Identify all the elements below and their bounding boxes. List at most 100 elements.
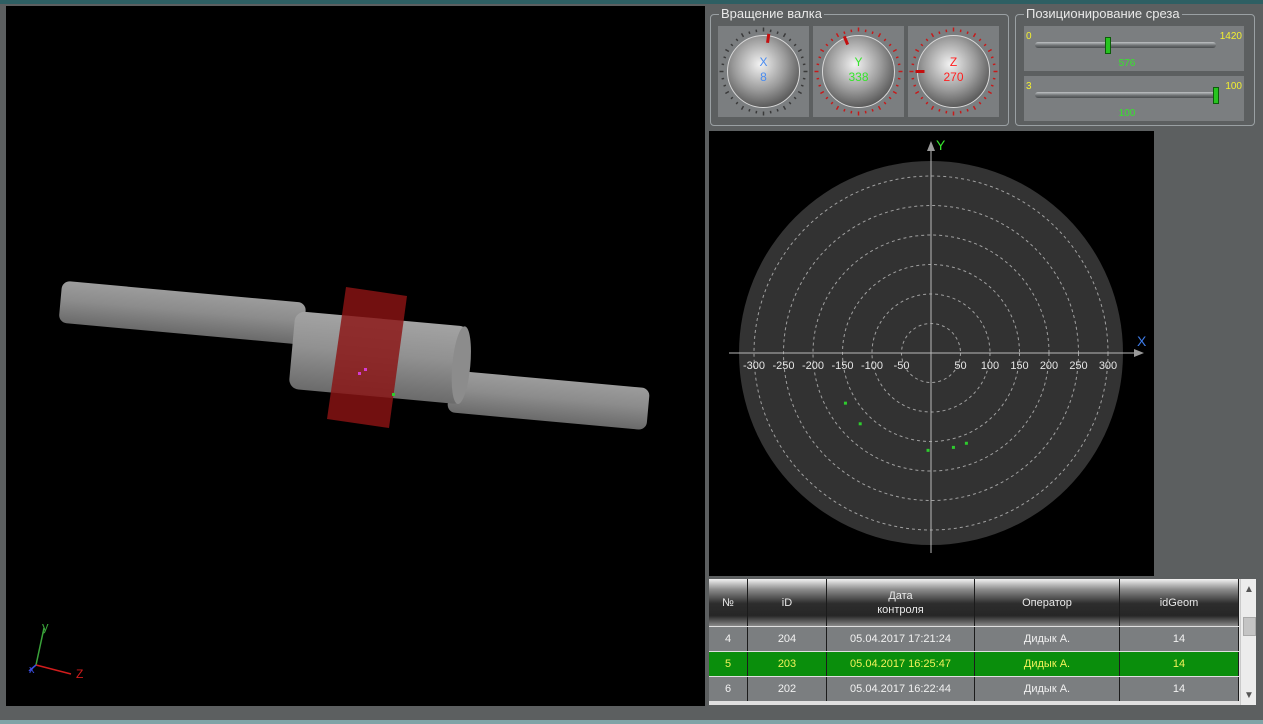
section-plot-canvas: X Y -300 -250 -200 -150 -100 -50 50 100 150 200 25… [729, 137, 1147, 553]
dial-tick [782, 105, 787, 110]
dial-tick [990, 84, 994, 87]
column-header-idgeom[interactable]: idGeom [1120, 579, 1239, 626]
dial-tick [987, 48, 992, 53]
dial-tick [987, 90, 992, 95]
dial-y[interactable]: Y 338 [813, 26, 904, 117]
dial-tick [938, 108, 941, 112]
dial-tick [793, 96, 797, 100]
x-tick-label: 50 [954, 360, 966, 372]
table-row[interactable]: 4 204 05.04.2017 17:21:24 Дидык А. 14 [709, 627, 1239, 651]
table-row-selected[interactable]: 5 203 05.04.2017 16:25:47 Дидык А. 14 [709, 652, 1239, 676]
scroll-up-icon[interactable]: ▲ [1241, 581, 1256, 597]
scroll-thumb[interactable] [1243, 617, 1256, 636]
dial-tick [883, 101, 887, 105]
cell-number: 6 [709, 677, 748, 701]
dial-tick [915, 48, 920, 53]
dial-x[interactable]: X 8 [718, 26, 809, 117]
axis-y-label: y [42, 619, 49, 634]
dial-tick [735, 38, 739, 42]
x-tick-label: -100 [861, 360, 883, 372]
dial-tick [835, 33, 840, 38]
rotation-panel-title: Вращение валка [719, 6, 824, 22]
section-plot[interactable]: X Y -300 -250 -200 -150 -100 -50 50 100 150 200 25… [709, 131, 1154, 576]
roll-model: y Z x [28, 281, 650, 681]
dial-tick [966, 108, 969, 112]
column-header-id[interactable]: iD [748, 579, 827, 626]
column-header-date[interactable]: Дата контроля [827, 579, 975, 626]
cell-date: 05.04.2017 16:25:47 [827, 652, 975, 676]
dial-tick [788, 101, 792, 105]
column-header-number[interactable]: № [709, 579, 748, 626]
dial-tick [730, 96, 734, 100]
dial-tick [793, 43, 797, 47]
dial-tick [748, 108, 751, 112]
measurement-point [858, 422, 862, 426]
dial-tick [877, 33, 882, 38]
width-slider[interactable]: 3 100 100 [1024, 76, 1244, 121]
dial-tick [972, 105, 977, 110]
dial-tick [871, 108, 874, 112]
dial-tick [835, 105, 840, 110]
dial-tick [930, 33, 935, 38]
width-slider-min: 3 [1026, 81, 1032, 92]
dial-y-axis: Y [854, 55, 863, 69]
x-tick-label: 150 [1010, 360, 1028, 372]
dial-tick [877, 105, 882, 110]
dial-tick [740, 33, 745, 38]
dial-pointer [766, 33, 771, 43]
cell-date: 05.04.2017 17:21:24 [827, 627, 975, 651]
position-slider-min: 0 [1026, 31, 1032, 42]
x-tick-label: -250 [772, 360, 794, 372]
column-header-operator[interactable]: Оператор [975, 579, 1120, 626]
dial-tick [723, 84, 727, 87]
dial-tick [938, 31, 941, 35]
dial-tick [797, 48, 802, 53]
dial-tick [983, 43, 987, 47]
dial-tick [913, 84, 917, 87]
dial-tick [871, 31, 874, 35]
viewport-3d[interactable]: y Z x [6, 6, 705, 706]
dial-tick [820, 48, 825, 53]
dial-tick [843, 108, 846, 112]
position-slider-track[interactable] [1035, 42, 1216, 48]
cell-idgeom: 14 [1120, 652, 1239, 676]
cell-idgeom: 14 [1120, 627, 1239, 651]
measurement-point [843, 401, 847, 405]
cell-idgeom: 14 [1120, 677, 1239, 701]
cell-id: 204 [748, 627, 827, 651]
defect-marker [364, 368, 367, 371]
table-row[interactable]: 6 202 05.04.2017 16:22:44 Дидык А. 14 [709, 677, 1239, 701]
cell-id: 203 [748, 652, 827, 676]
axis-z-label: Z [76, 667, 83, 681]
dial-tick [888, 96, 892, 100]
section-panel-title: Позиционирование среза [1024, 6, 1182, 22]
y-axis-label: Y [936, 137, 946, 153]
dial-x-value: 8 [760, 70, 767, 84]
x-tick-label: 300 [1099, 360, 1117, 372]
control-table[interactable]: № iD Дата контроля Оператор idGeom 4 204… [709, 579, 1256, 705]
dial-tick [776, 31, 779, 35]
dial-z[interactable]: Z 270 [908, 26, 999, 117]
dial-tick [978, 38, 982, 42]
position-slider-thumb[interactable] [1105, 37, 1112, 54]
width-slider-track[interactable] [1035, 92, 1216, 98]
position-slider[interactable]: 0 1420 576 [1024, 26, 1244, 71]
dial-tick [748, 31, 751, 35]
position-slider-value: 576 [1118, 58, 1136, 69]
x-tick-label: 250 [1069, 360, 1087, 372]
dial-tick [776, 108, 779, 112]
scroll-down-icon[interactable]: ▼ [1241, 687, 1256, 703]
cell-date: 05.04.2017 16:22:44 [827, 677, 975, 701]
x-tick-label: -200 [802, 360, 824, 372]
cell-number: 4 [709, 627, 748, 651]
table-scrollbar[interactable]: ▲ ▼ [1240, 579, 1256, 705]
defect-marker [392, 393, 395, 396]
measurement-point [951, 445, 955, 449]
dial-tick [788, 38, 792, 42]
width-slider-thumb[interactable] [1213, 87, 1219, 104]
axis-x-label: x [29, 664, 35, 676]
dial-tick [725, 90, 730, 95]
dial-tick [920, 96, 924, 100]
dial-tick [830, 38, 834, 42]
dial-tick [735, 101, 739, 105]
